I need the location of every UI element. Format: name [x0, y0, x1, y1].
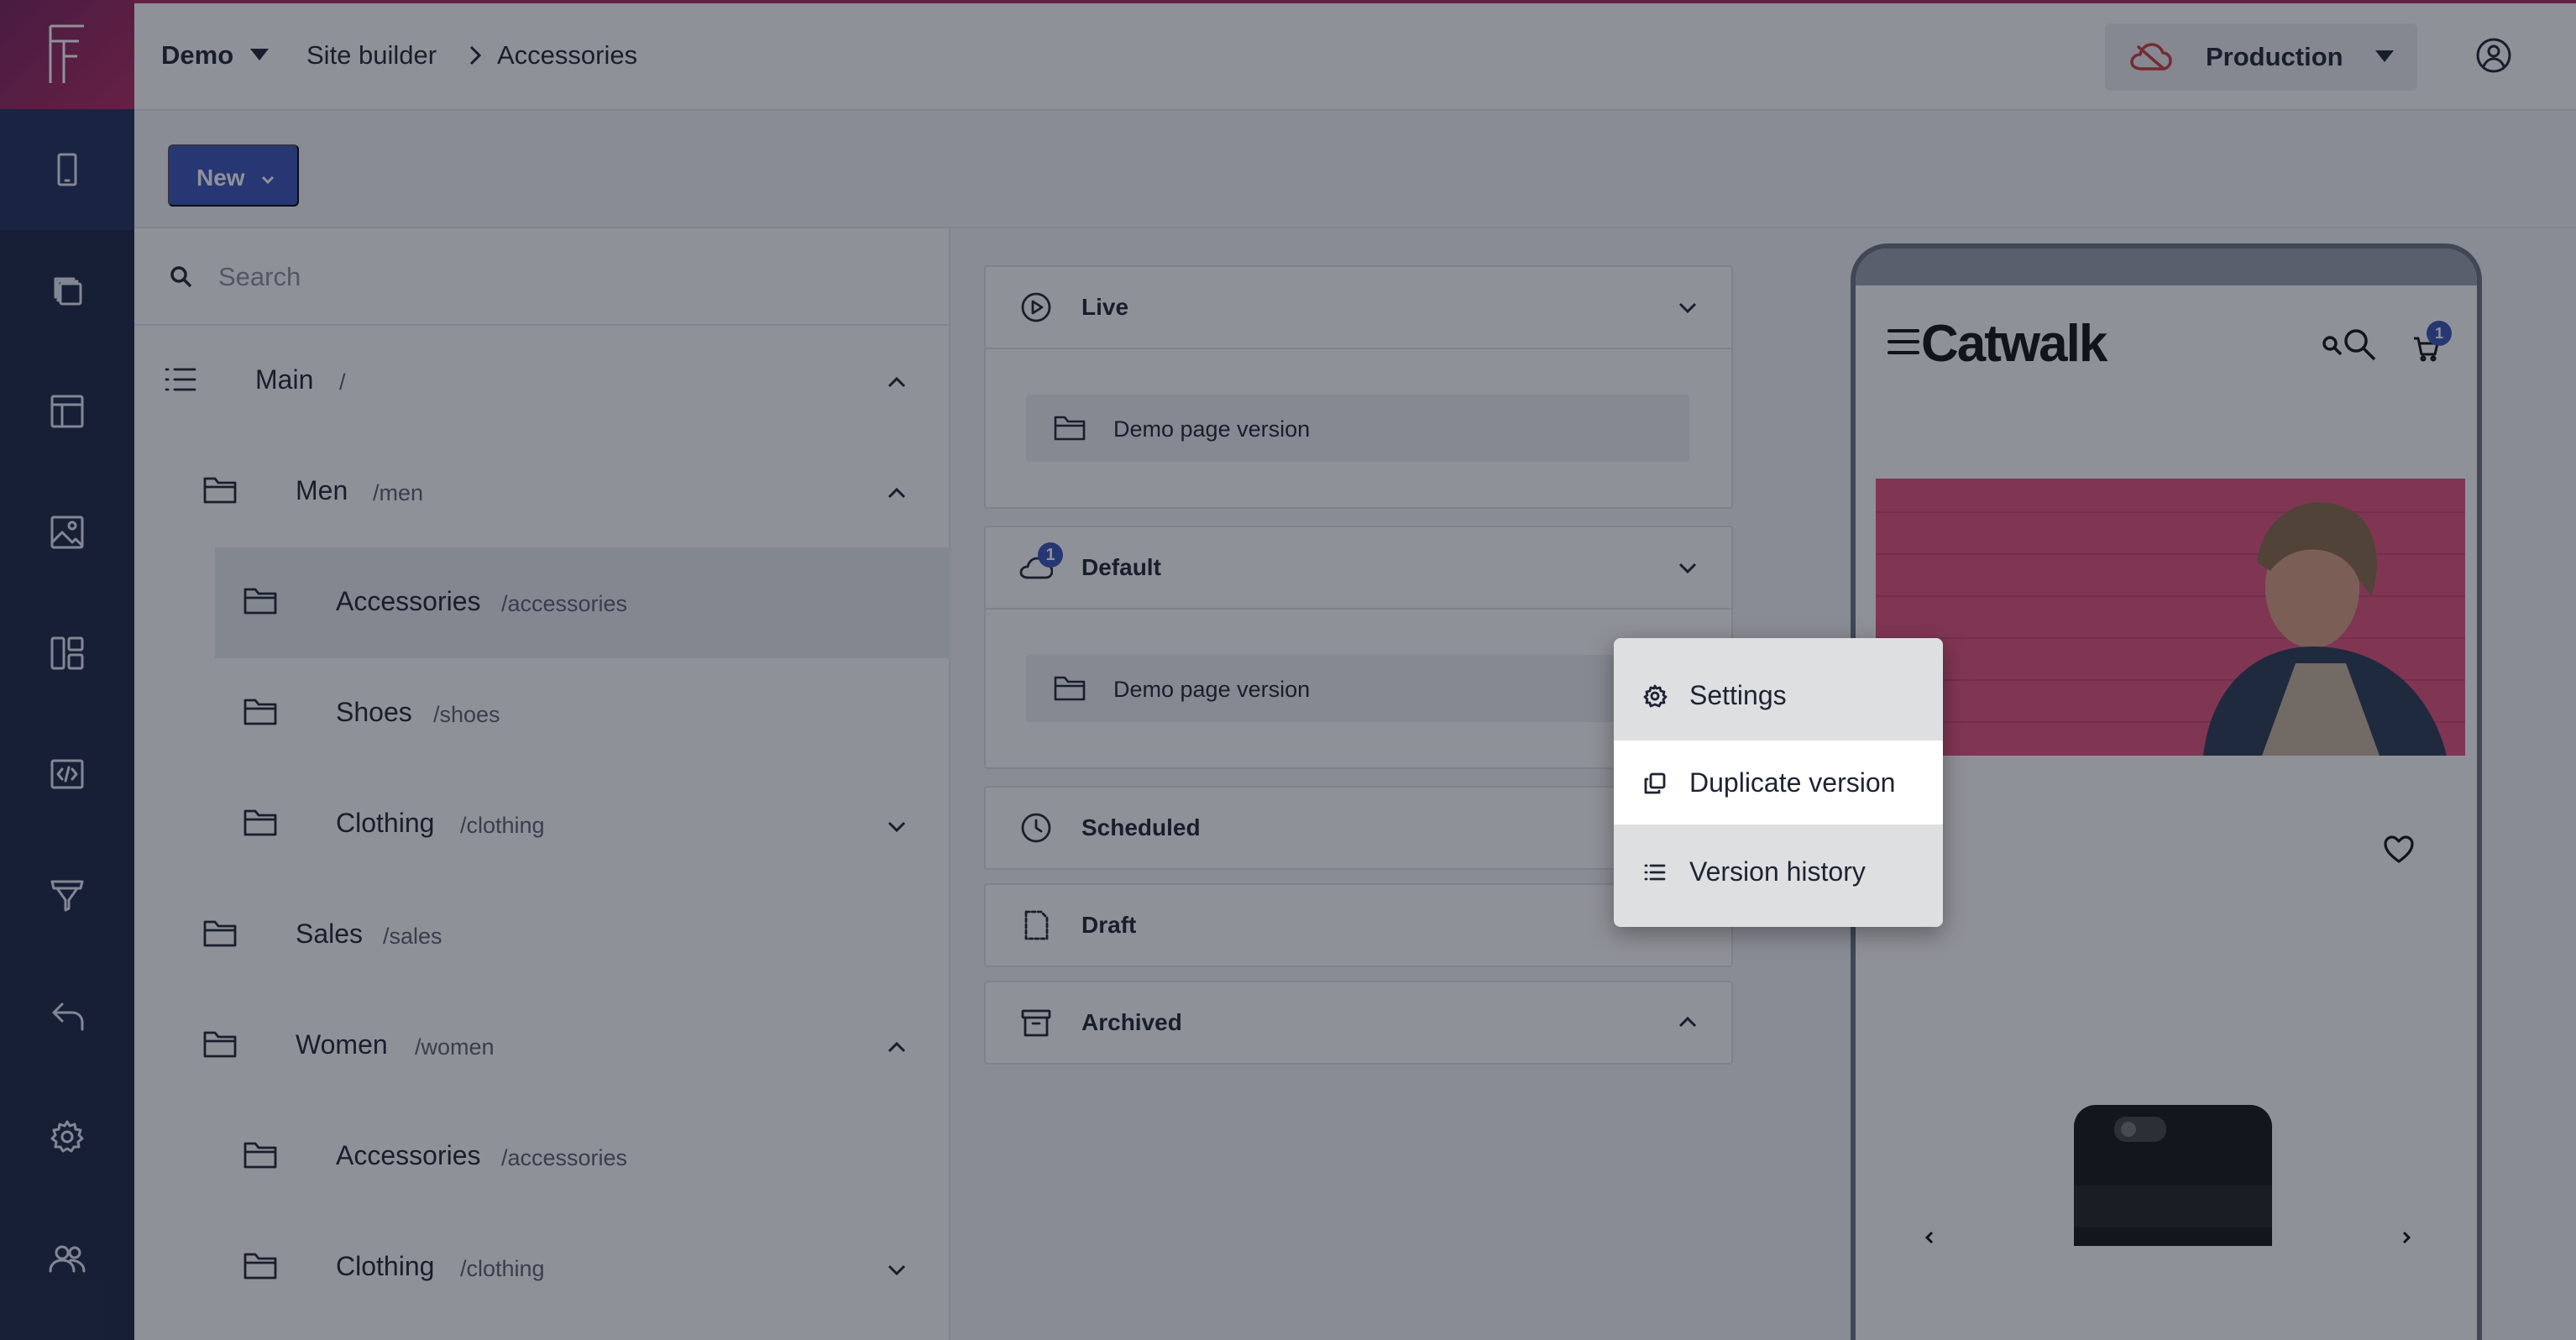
menu-item-label: Settings: [1689, 680, 1787, 710]
gear-icon: [1642, 683, 1668, 709]
menu-item-duplicate-version[interactable]: Duplicate version: [1614, 741, 1943, 824]
menu-item-settings[interactable]: Settings: [1614, 652, 1943, 739]
version-context-menu: Settings Duplicate version Version histo…: [1614, 638, 1943, 927]
duplicate-icon: [1642, 771, 1668, 796]
menu-item-label: Version history: [1689, 856, 1866, 887]
menu-item-version-history[interactable]: Version history: [1614, 828, 1943, 915]
menu-item-label: Duplicate version: [1689, 767, 1896, 798]
list-icon: [1642, 860, 1668, 885]
modal-overlay[interactable]: [0, 0, 2576, 1340]
